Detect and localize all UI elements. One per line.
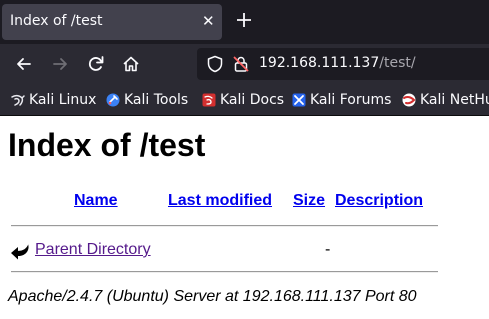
back-arrow-icon[interactable] — [14, 54, 34, 74]
back-arrow-icon — [11, 243, 29, 260]
home-icon[interactable] — [121, 54, 141, 74]
kali-docs-icon — [202, 93, 216, 107]
bookmark-kali-nethunter[interactable]: Kali NetHu — [402, 91, 489, 109]
kali-dragon-icon — [11, 94, 25, 106]
column-header-description[interactable]: Description — [335, 192, 423, 210]
kali-forums-icon — [292, 93, 306, 107]
kali-tools-icon — [106, 93, 120, 107]
bookmark-kali-forums[interactable]: Kali Forums — [292, 91, 391, 109]
bookmark-label: Kali Forums — [310, 92, 392, 108]
shield-icon[interactable] — [206, 55, 224, 73]
divider — [11, 271, 438, 273]
column-header-size[interactable]: Size — [293, 192, 325, 210]
bookmark-kali-docs[interactable]: Kali Docs — [202, 91, 284, 109]
bookmark-kali-linux[interactable]: Kali Linux — [11, 91, 96, 109]
bookmark-label: Kali Linux — [29, 92, 97, 108]
tab-bar: Index of /test ✕ — [0, 0, 489, 44]
column-header-last-modified[interactable]: Last modified — [168, 192, 272, 210]
tab-index-of-test[interactable]: Index of /test ✕ — [2, 4, 222, 40]
bookmark-label: Kali NetHu — [420, 92, 489, 108]
parent-directory-link[interactable]: Parent Directory — [35, 241, 151, 259]
row-size: - — [325, 241, 331, 258]
kali-nethunter-icon — [402, 93, 416, 107]
insecure-lock-icon[interactable] — [232, 55, 250, 73]
url-path: /test/ — [379, 55, 416, 71]
bookmark-kali-tools[interactable]: Kali Tools — [106, 91, 188, 109]
tab-title: Index of /test — [10, 13, 103, 29]
bookmark-label: Kali Tools — [124, 92, 189, 108]
new-tab-icon[interactable] — [234, 10, 254, 30]
url-text[interactable]: 192.168.111.137/test/ — [259, 55, 416, 71]
server-signature: Apache/2.4.7 (Ubuntu) Server at 192.168.… — [8, 288, 417, 305]
bookmark-label: Kali Docs — [220, 92, 285, 108]
url-bar[interactable]: 192.168.111.137/test/ — [197, 48, 489, 80]
page-title: Index of /test — [8, 127, 206, 163]
url-host: 192.168.111.137 — [259, 55, 380, 71]
divider — [11, 225, 438, 227]
bookmarks-toolbar: Kali Linux Kali Tools Kali Docs Kali For… — [0, 84, 489, 116]
navigation-bar: 192.168.111.137/test/ — [0, 44, 489, 84]
column-header-name[interactable]: Name — [74, 192, 118, 210]
close-tab-icon[interactable]: ✕ — [202, 12, 215, 30]
reload-icon[interactable] — [86, 54, 106, 74]
forward-arrow-icon[interactable] — [50, 54, 70, 74]
page-content: Index of /test Name Last modified Size D… — [0, 117, 489, 319]
